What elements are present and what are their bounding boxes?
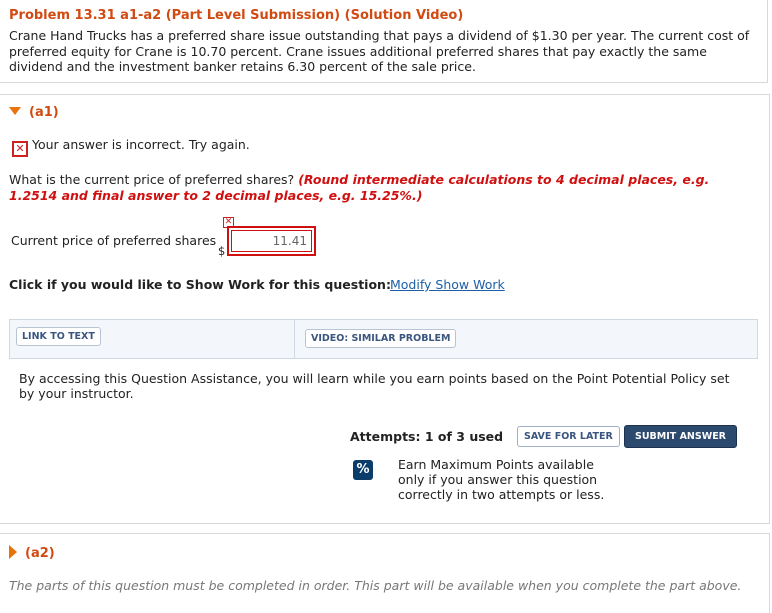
percent-icon: % xyxy=(353,460,373,480)
answer-input[interactable] xyxy=(231,230,312,252)
assist-divider xyxy=(294,320,295,358)
max-points-note: Earn Maximum Points available only if yo… xyxy=(398,457,605,502)
part-a2-locked-note: The parts of this question must be compl… xyxy=(9,578,742,593)
show-work-prompt: Click if you would like to Show Work for… xyxy=(9,277,391,292)
link-to-text-button[interactable]: LINK TO TEXT xyxy=(16,327,101,346)
assistance-note: By accessing this Question Assistance, y… xyxy=(19,371,730,401)
feedback-text: Your answer is incorrect. Try again. xyxy=(32,137,250,152)
currency-symbol: $ xyxy=(218,244,226,258)
part-a2-label: (a2) xyxy=(25,546,55,561)
part-a1-panel: (a1) ✕ Your answer is incorrect. Try agai… xyxy=(0,94,770,524)
part-a1-label: (a1) xyxy=(29,105,59,120)
question-prompt: What is the current price of preferred s… xyxy=(9,172,295,187)
problem-title: Problem 13.31 a1-a2 (Part Level Submissi… xyxy=(9,8,464,23)
feedback-message: ✕ Your answer is incorrect. Try again. xyxy=(12,137,250,157)
save-for-later-button[interactable]: SAVE FOR LATER xyxy=(517,426,620,447)
answer-label: Current price of preferred shares xyxy=(11,233,217,248)
problem-statement: Crane Hand Trucks has a preferred share … xyxy=(9,28,750,74)
question-assistance-bar: LINK TO TEXT VIDEO: SIMILAR PROBLEM xyxy=(9,319,758,359)
attempts-counter: Attempts: 1 of 3 used xyxy=(350,429,504,444)
part-a2-panel: (a2) The parts of this question must be … xyxy=(0,533,770,613)
incorrect-x-icon: ✕ xyxy=(12,141,28,157)
caret-right-icon xyxy=(9,545,17,559)
part-a2-toggle[interactable]: (a2) xyxy=(9,545,55,561)
video-similar-problem-button[interactable]: VIDEO: SIMILAR PROBLEM xyxy=(305,329,457,348)
answer-input-wrapper xyxy=(227,226,316,256)
part-a1-toggle[interactable]: (a1) xyxy=(9,105,59,120)
problem-panel: Problem 13.31 a1-a2 (Part Level Submissi… xyxy=(0,0,768,83)
modify-show-work-link[interactable]: Modify Show Work xyxy=(390,277,505,292)
caret-down-icon xyxy=(9,107,21,115)
submit-answer-button[interactable]: SUBMIT ANSWER xyxy=(624,425,738,448)
question-text: What is the current price of preferred s… xyxy=(9,172,749,204)
